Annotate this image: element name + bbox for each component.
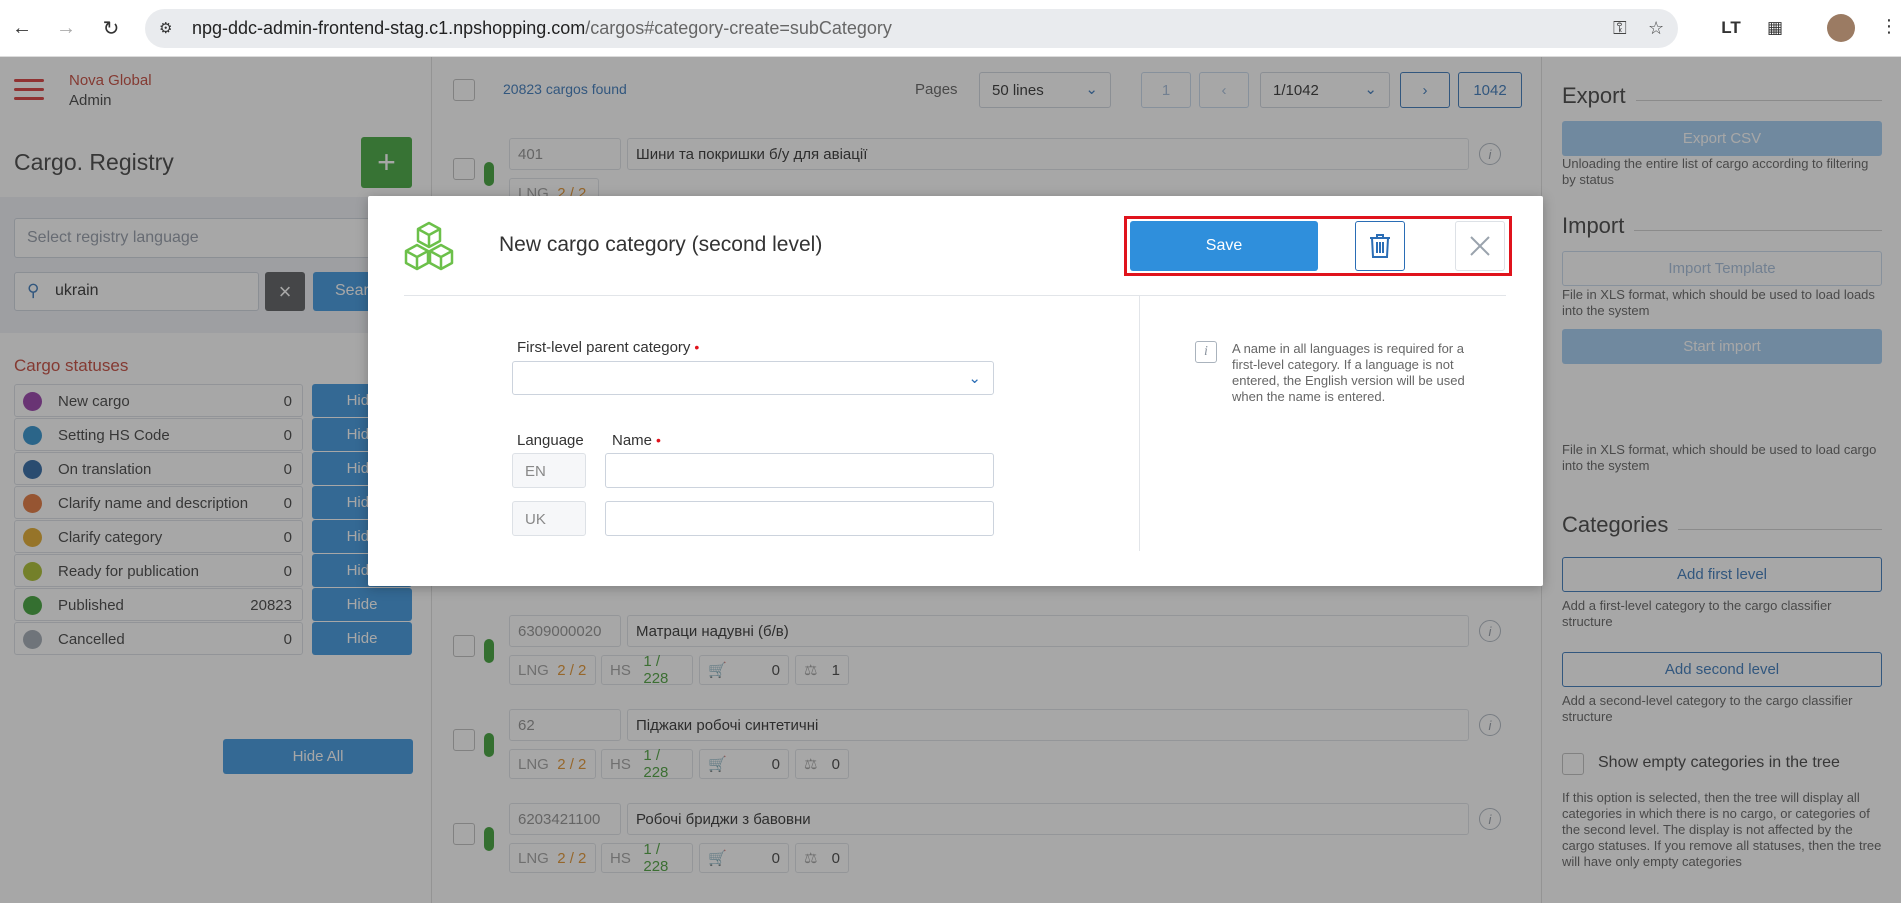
back-icon[interactable]: ← [8,14,36,42]
divider [404,295,1506,296]
language-column-label: Language [517,432,584,449]
name-column-label: Name • [612,432,661,449]
profile-avatar[interactable] [1827,14,1855,42]
reload-icon[interactable]: ↻ [97,14,125,42]
bookmark-star-icon[interactable]: ☆ [1648,18,1664,39]
name-input-uk[interactable] [605,501,994,536]
info-icon: i [1195,341,1217,363]
name-input-en[interactable] [605,453,994,488]
language-code-uk: UK [512,501,586,536]
new-category-modal: New cargo category (second level) Save F… [368,196,1543,586]
cubes-icon [404,221,454,271]
url-text: npg-ddc-admin-frontend-stag.c1.npshoppin… [192,18,892,38]
delete-button[interactable] [1355,221,1405,271]
required-marker: • [694,339,700,355]
close-button[interactable] [1455,221,1505,271]
chevron-down-icon: ⌄ [968,370,981,387]
password-key-icon[interactable]: ⚿ [1613,18,1627,39]
trash-icon [1370,234,1390,258]
hint-text: A name in all languages is required for … [1232,341,1465,404]
translate-extension-icon[interactable]: LT [1717,14,1745,42]
browser-menu-icon[interactable]: ⋮ [1880,16,1898,37]
save-button[interactable]: Save [1130,221,1318,271]
modal-title: New cargo category (second level) [499,233,823,256]
extensions-puzzle-icon[interactable]: ▦ [1761,14,1789,42]
browser-toolbar: ← → ↻ ⚙ npg-ddc-admin-frontend-stag.c1.n… [0,0,1901,57]
vertical-divider [1139,296,1140,551]
required-marker: • [656,432,661,448]
site-settings-icon[interactable]: ⚙ [159,19,172,37]
parent-category-label: First-level parent category • [517,339,700,356]
close-icon [1470,236,1490,256]
address-bar[interactable]: ⚙ npg-ddc-admin-frontend-stag.c1.npshopp… [145,9,1678,48]
parent-category-select[interactable]: ⌄ [512,361,994,395]
language-code-en: EN [512,453,586,488]
forward-icon[interactable]: → [52,14,80,42]
